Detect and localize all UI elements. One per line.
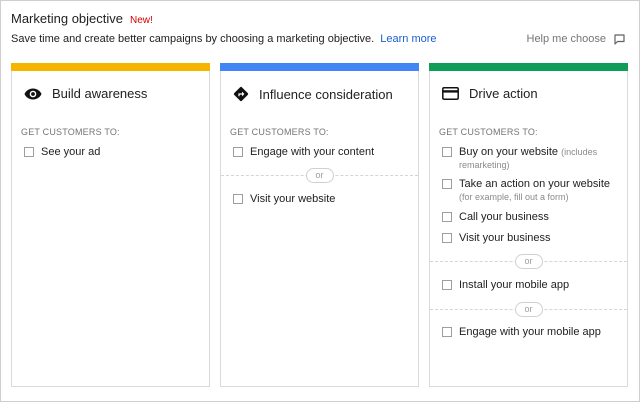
subtitle: Save time and create better campaigns by… (11, 33, 437, 45)
help-label: Help me choose (526, 33, 607, 45)
option-engage-app[interactable]: Engage with your mobile app (442, 326, 601, 339)
card-title: Build awareness (52, 86, 148, 101)
option-engage-content[interactable]: Engage with your content (233, 146, 374, 159)
get-customers-label: GET CUSTOMERS TO: (439, 127, 538, 137)
option-label: Call your business (459, 211, 549, 223)
option-label: Engage with your content (250, 146, 375, 158)
option-see-your-ad[interactable]: See your ad (24, 146, 100, 159)
direction-sign-icon (233, 86, 249, 102)
card-header: Build awareness (24, 86, 147, 101)
option-text: Buy on your website (459, 146, 559, 158)
action-color-bar (429, 63, 628, 71)
option-note-line2: (for example, fill out a form) (459, 192, 569, 202)
option-text: Take an action on your website (459, 178, 611, 190)
or-pill: or (514, 254, 543, 269)
get-customers-label: GET CUSTOMERS TO: (230, 127, 329, 137)
or-divider: or (221, 168, 418, 183)
or-divider: or (430, 254, 627, 269)
or-divider: or (430, 302, 627, 317)
option-visit-website[interactable]: Visit your website (233, 193, 335, 206)
checkbox[interactable] (442, 233, 452, 243)
option-label: Visit your business (459, 232, 551, 244)
option-buy-on-website[interactable]: Buy on your website (includes remarketin… (442, 146, 597, 171)
checkbox[interactable] (442, 327, 452, 337)
checkbox[interactable] (442, 212, 452, 222)
new-badge: New! (130, 15, 153, 26)
option-note-line2: remarketing) (459, 160, 510, 170)
or-pill: or (305, 168, 334, 183)
option-install-app[interactable]: Install your mobile app (442, 279, 569, 292)
help-me-choose-button[interactable]: Help me choose (527, 33, 626, 45)
get-customers-label: GET CUSTOMERS TO: (21, 127, 120, 137)
option-action-on-website[interactable]: Take an action on your website (for exam… (442, 178, 610, 203)
option-label: Install your mobile app (459, 279, 570, 291)
card-influence-consideration[interactable]: Influence consideration GET CUSTOMERS TO… (220, 63, 419, 387)
option-call-business[interactable]: Call your business (442, 211, 549, 224)
consideration-color-bar (220, 63, 419, 71)
credit-card-icon (442, 87, 459, 100)
page-title: Marketing objective (11, 11, 123, 26)
checkbox[interactable] (442, 179, 452, 189)
card-title: Drive action (469, 86, 538, 101)
option-label: See your ad (41, 146, 101, 158)
subtitle-text: Save time and create better campaigns by… (11, 33, 375, 45)
checkbox[interactable] (24, 147, 34, 157)
checkbox[interactable] (233, 147, 243, 157)
option-visit-business[interactable]: Visit your business (442, 232, 551, 245)
option-label: Visit your website (250, 193, 336, 205)
awareness-color-bar (11, 63, 210, 71)
card-title: Influence consideration (259, 86, 393, 102)
learn-more-link[interactable]: Learn more (380, 33, 436, 45)
card-drive-action[interactable]: Drive action GET CUSTOMERS TO: Buy on yo… (429, 63, 628, 387)
option-label: Take an action on your website (for exam… (459, 178, 610, 203)
card-header: Drive action (442, 86, 538, 101)
option-note: (includes (561, 147, 598, 157)
objective-panel: Marketing objective New! Save time and c… (0, 0, 640, 402)
card-build-awareness[interactable]: Build awareness GET CUSTOMERS TO: See yo… (11, 63, 210, 387)
feedback-icon (614, 33, 625, 45)
checkbox[interactable] (442, 280, 452, 290)
title-row: Marketing objective New! (11, 11, 153, 27)
option-label: Engage with your mobile app (459, 326, 601, 338)
checkbox[interactable] (233, 194, 243, 204)
or-pill: or (514, 302, 543, 317)
option-label: Buy on your website (includes remarketin… (459, 146, 597, 171)
checkbox[interactable] (442, 147, 452, 157)
card-header: Influence consideration (233, 86, 393, 102)
eye-icon (24, 88, 42, 99)
